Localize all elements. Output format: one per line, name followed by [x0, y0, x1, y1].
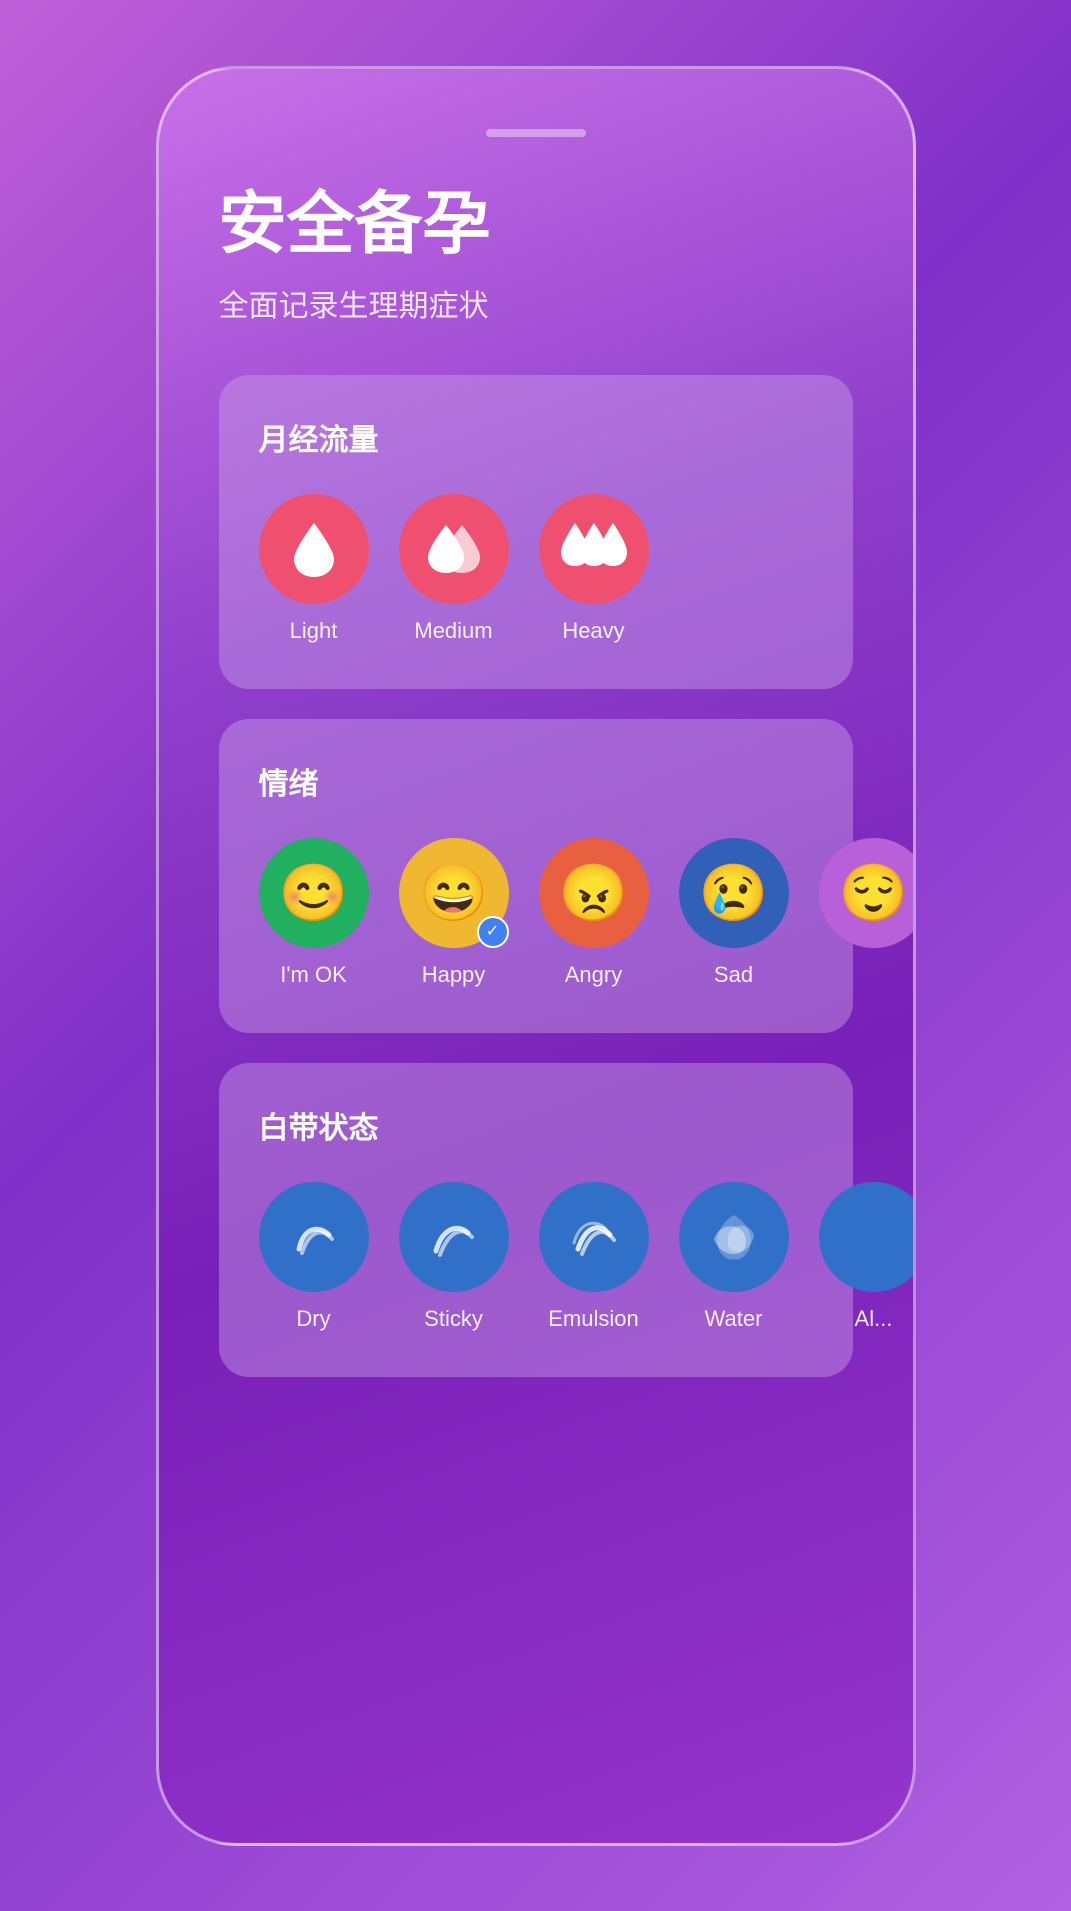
- flow-item-medium[interactable]: Medium: [399, 494, 509, 644]
- mood-sad-label: Sad: [714, 962, 753, 988]
- discharge-dry-circle[interactable]: [259, 1182, 369, 1292]
- flow-heavy-circle[interactable]: [539, 494, 649, 604]
- mood-angry-label: Angry: [565, 962, 622, 988]
- mood-angry-emoji: 😠: [559, 865, 629, 921]
- mood-happy-emoji: 😄: [419, 865, 489, 921]
- flow-medium-label: Medium: [414, 618, 492, 644]
- mood-item-extra[interactable]: 😌: [819, 838, 916, 948]
- discharge-emulsion-label: Emulsion: [548, 1306, 638, 1332]
- mood-ok-label: I'm OK: [280, 962, 347, 988]
- flow-section-title: 月经流量: [259, 415, 813, 459]
- drop-heavy-icon: [559, 521, 629, 577]
- flow-items-row: Light Medium: [259, 494, 813, 644]
- mood-item-angry[interactable]: 😠 Angry: [539, 838, 649, 988]
- mood-card: 情绪 😊 I'm OK 😄 ✓ Happy 😠 Angry: [219, 719, 853, 1033]
- discharge-emulsion-circle[interactable]: [539, 1182, 649, 1292]
- discharge-item-sticky[interactable]: Sticky: [399, 1182, 509, 1332]
- discharge-items-row: Dry Sticky: [259, 1182, 813, 1332]
- discharge-item-dry[interactable]: Dry: [259, 1182, 369, 1332]
- discharge-water-icon: [704, 1207, 764, 1267]
- phone-notch: [486, 129, 586, 137]
- flow-light-label: Light: [290, 618, 338, 644]
- mood-ok-circle[interactable]: 😊: [259, 838, 369, 948]
- mood-extra-emoji: 😌: [839, 865, 909, 921]
- selected-check-badge: ✓: [477, 916, 509, 948]
- discharge-section-title: 白带状态: [259, 1103, 813, 1147]
- discharge-card: 白带状态 Dry: [219, 1063, 853, 1377]
- drop-medium-icon: [424, 519, 484, 579]
- mood-happy-circle[interactable]: 😄 ✓: [399, 838, 509, 948]
- flow-item-light[interactable]: Light: [259, 494, 369, 644]
- discharge-albumin-circle[interactable]: [819, 1182, 916, 1292]
- discharge-dry-icon: [284, 1207, 344, 1267]
- discharge-item-water[interactable]: Water: [679, 1182, 789, 1332]
- flow-medium-circle[interactable]: [399, 494, 509, 604]
- app-subtitle: 全面记录生理期症状: [219, 281, 853, 325]
- flow-card: 月经流量 Light Medium: [219, 375, 853, 689]
- discharge-emulsion-icon: [564, 1207, 624, 1267]
- discharge-dry-label: Dry: [296, 1306, 330, 1332]
- discharge-sticky-circle[interactable]: [399, 1182, 509, 1292]
- phone-frame: 安全备孕 全面记录生理期症状 月经流量 Light: [156, 66, 916, 1846]
- mood-sad-emoji: 😢: [699, 865, 769, 921]
- flow-light-circle[interactable]: [259, 494, 369, 604]
- discharge-water-label: Water: [705, 1306, 763, 1332]
- discharge-albumin-icon: [844, 1207, 904, 1267]
- flow-item-heavy[interactable]: Heavy: [539, 494, 649, 644]
- discharge-albumin-label: Al...: [855, 1306, 893, 1332]
- mood-item-sad[interactable]: 😢 Sad: [679, 838, 789, 988]
- mood-item-ok[interactable]: 😊 I'm OK: [259, 838, 369, 988]
- discharge-item-albumin[interactable]: Al...: [819, 1182, 916, 1332]
- flow-heavy-label: Heavy: [562, 618, 624, 644]
- mood-sad-circle[interactable]: 😢: [679, 838, 789, 948]
- discharge-sticky-icon: [424, 1207, 484, 1267]
- discharge-sticky-label: Sticky: [424, 1306, 483, 1332]
- mood-ok-emoji: 😊: [279, 865, 349, 921]
- mood-extra-circle[interactable]: 😌: [819, 838, 916, 948]
- mood-happy-label: Happy: [422, 962, 486, 988]
- app-title: 安全备孕: [219, 187, 853, 262]
- drop-light-icon: [290, 521, 338, 577]
- mood-section-title: 情绪: [259, 759, 813, 803]
- mood-item-happy[interactable]: 😄 ✓ Happy: [399, 838, 509, 988]
- mood-items-row: 😊 I'm OK 😄 ✓ Happy 😠 Angry 😢: [259, 838, 813, 988]
- discharge-water-circle[interactable]: [679, 1182, 789, 1292]
- mood-angry-circle[interactable]: 😠: [539, 838, 649, 948]
- discharge-item-emulsion[interactable]: Emulsion: [539, 1182, 649, 1332]
